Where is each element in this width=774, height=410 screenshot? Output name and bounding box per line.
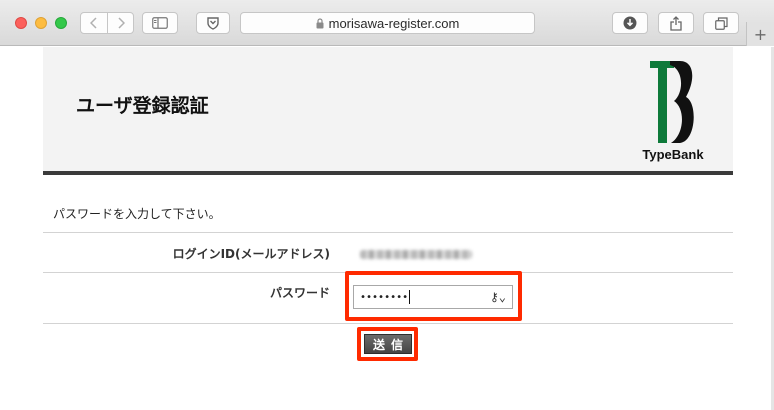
close-window-button[interactable] [15, 17, 27, 29]
downloads-button[interactable] [612, 12, 648, 34]
browser-toolbar: morisawa-register.com + [0, 0, 774, 46]
forward-button[interactable] [107, 13, 133, 33]
login-id-value-redacted [360, 250, 472, 259]
share-button[interactable] [658, 12, 694, 34]
instruction-text: パスワードを入力して下さい。 [53, 207, 221, 221]
password-input[interactable]: •••••••• ⚷⌄ [353, 285, 513, 309]
address-bar[interactable]: morisawa-register.com [240, 12, 535, 34]
typebank-logo-mark [650, 61, 694, 143]
text-caret [409, 290, 411, 304]
sidebar-toggle-button[interactable] [142, 12, 178, 34]
extension-button[interactable] [196, 12, 230, 34]
tabs-icon [714, 16, 728, 30]
forward-icon [117, 17, 125, 29]
url-text: morisawa-register.com [328, 15, 460, 31]
back-button[interactable] [81, 13, 107, 33]
download-icon [623, 16, 637, 30]
shield-icon [207, 16, 219, 30]
back-icon [90, 17, 97, 29]
logo-wordmark: TypeBank [642, 147, 704, 162]
maximize-window-button[interactable] [55, 17, 67, 29]
show-tabs-button[interactable] [703, 12, 739, 34]
page-content: ユーザ登録認証 TypeBank パスワードを入力して下さい。 ログインID(メ… [0, 47, 774, 410]
password-label: パスワード [269, 286, 330, 300]
page-header: ユーザ登録認証 TypeBank [43, 47, 733, 175]
sidebar-icon [152, 17, 168, 29]
submit-button[interactable]: 送信 [364, 334, 412, 354]
lock-icon [316, 17, 324, 28]
key-icon[interactable]: ⚷⌄ [490, 290, 506, 304]
share-icon [670, 15, 682, 31]
divider [43, 323, 733, 324]
login-id-label: ログインID(メールアドレス) [172, 247, 330, 261]
divider [43, 232, 733, 233]
page-title: ユーザ登録認証 [76, 95, 209, 117]
history-nav [80, 12, 134, 34]
typebank-logo: TypeBank [638, 59, 718, 165]
password-masked-value: •••••••• [360, 291, 409, 303]
new-tab-button[interactable]: + [746, 22, 774, 46]
minimize-window-button[interactable] [35, 17, 47, 29]
